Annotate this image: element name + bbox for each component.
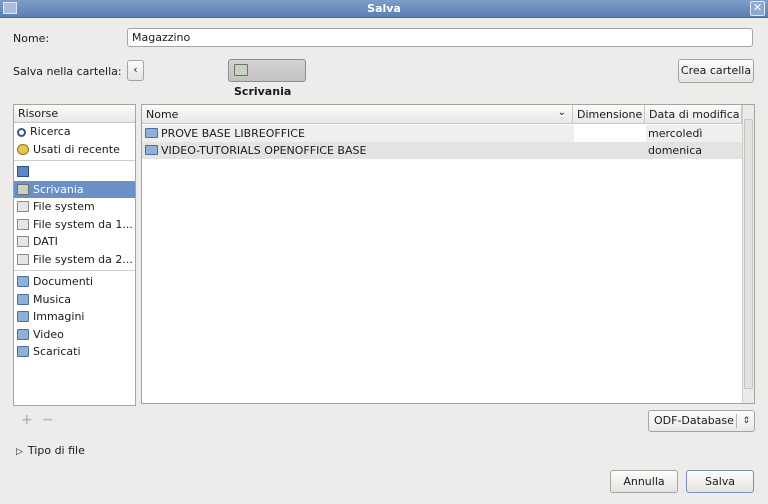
table-row[interactable]: VIDEO-TUTORIALS OPENOFFICE BASE domenica (142, 142, 742, 159)
place-label: Usati di recente (33, 142, 120, 156)
place-label: File system da 2... (33, 252, 133, 266)
cancel-button[interactable]: Annulla (610, 470, 678, 493)
title-bar: Salva ✕ (0, 0, 768, 18)
name-label: Nome: (13, 32, 50, 45)
place-label: Immagini (33, 310, 85, 323)
place-volume-2[interactable]: File system da 2... (14, 251, 135, 269)
column-name-label: Nome (146, 108, 179, 121)
file-name: PROVE BASE LIBREOFFICE (161, 127, 305, 140)
sort-chevron-icon: ⌄ (557, 107, 566, 118)
select-divider (736, 414, 737, 428)
places-separator (14, 270, 135, 271)
place-label: Scrivania (33, 182, 84, 196)
file-filter-select[interactable]: ODF-Database ⇕ (648, 410, 755, 432)
file-type-label: Tipo di file (27, 444, 85, 457)
column-name[interactable]: Nome ⌄ (142, 105, 573, 124)
folder-icon (145, 128, 158, 138)
file-filter-value: ODF-Database (654, 414, 734, 427)
scrollbar-thumb[interactable] (744, 119, 753, 389)
folder-icon (145, 145, 158, 155)
path-crumb-label: Scrivania (234, 85, 292, 98)
file-name: VIDEO-TUTORIALS OPENOFFICE BASE (161, 144, 367, 157)
column-size[interactable]: Dimensione (573, 105, 645, 124)
bookmark-video[interactable]: Video (14, 326, 135, 344)
vertical-scrollbar[interactable] (742, 105, 754, 403)
file-list: Nome ⌄ Dimensione Data di modifica PROVE … (141, 104, 755, 404)
filename-input[interactable] (127, 28, 753, 47)
triangle-right-icon: ▷ (16, 447, 23, 457)
folder-icon (17, 311, 29, 322)
place-home[interactable] (14, 163, 135, 181)
file-size (574, 142, 646, 159)
drive-icon (17, 253, 29, 265)
place-label: Ricerca (30, 125, 71, 138)
folder-icon (17, 328, 29, 340)
window-title: Salva (367, 2, 401, 15)
file-size (574, 125, 646, 142)
save-button[interactable]: Salva (686, 470, 754, 493)
close-button[interactable]: ✕ (750, 1, 765, 16)
folder-icon (17, 346, 29, 357)
place-label: DATI (33, 235, 58, 248)
column-modified[interactable]: Data di modifica (645, 105, 742, 124)
places-sidebar: Risorse Ricerca Usati di recente Scrivan… (13, 104, 136, 406)
place-search[interactable]: Ricerca (14, 123, 135, 141)
place-filesystem[interactable]: File system (14, 198, 135, 216)
path-back-button[interactable]: ‹ (127, 60, 144, 81)
place-label: File system (33, 200, 95, 213)
path-crumb-button[interactable]: Scrivania (228, 59, 306, 98)
desktop-icon (234, 64, 248, 76)
folder-icon (17, 293, 29, 305)
drive-icon (17, 236, 29, 247)
create-folder-button[interactable]: Crea cartella (678, 59, 754, 83)
home-folder-icon (17, 166, 29, 177)
place-recent[interactable]: Usati di recente (14, 141, 135, 159)
file-modified: domenica (648, 144, 703, 157)
places-separator (14, 160, 135, 161)
folder-label: Salva nella cartella: (13, 65, 122, 78)
folder-icon (17, 276, 29, 287)
chevron-left-icon: ‹ (133, 63, 138, 76)
places-header[interactable]: Risorse (14, 105, 135, 123)
remove-bookmark-button[interactable]: − (42, 412, 54, 428)
place-label: Scaricati (33, 345, 81, 358)
file-modified: mercoledì (648, 127, 703, 140)
add-bookmark-button[interactable]: + (21, 412, 33, 428)
drive-icon (17, 201, 29, 212)
clock-icon (17, 143, 29, 155)
bookmark-musica[interactable]: Musica (14, 291, 135, 309)
place-label: Musica (33, 292, 72, 306)
place-dati[interactable]: DATI (14, 233, 135, 251)
desktop-icon (17, 183, 29, 195)
drive-icon (17, 218, 29, 230)
table-row[interactable]: PROVE BASE LIBREOFFICE mercoledì (142, 125, 742, 142)
file-type-expander[interactable]: ▷ Tipo di file (16, 444, 85, 457)
place-volume-1[interactable]: File system da 1... (14, 216, 135, 234)
place-desktop[interactable]: Scrivania (14, 180, 135, 198)
bookmark-scaricati[interactable]: Scaricati (14, 343, 135, 361)
updown-arrows-icon: ⇕ (742, 416, 750, 426)
place-label: Documenti (33, 275, 94, 288)
place-label: File system da 1... (33, 217, 133, 231)
bookmark-immagini[interactable]: Immagini (14, 308, 135, 326)
search-icon (17, 128, 26, 137)
bookmark-documenti[interactable]: Documenti (14, 273, 135, 291)
place-label: Video (33, 327, 64, 341)
